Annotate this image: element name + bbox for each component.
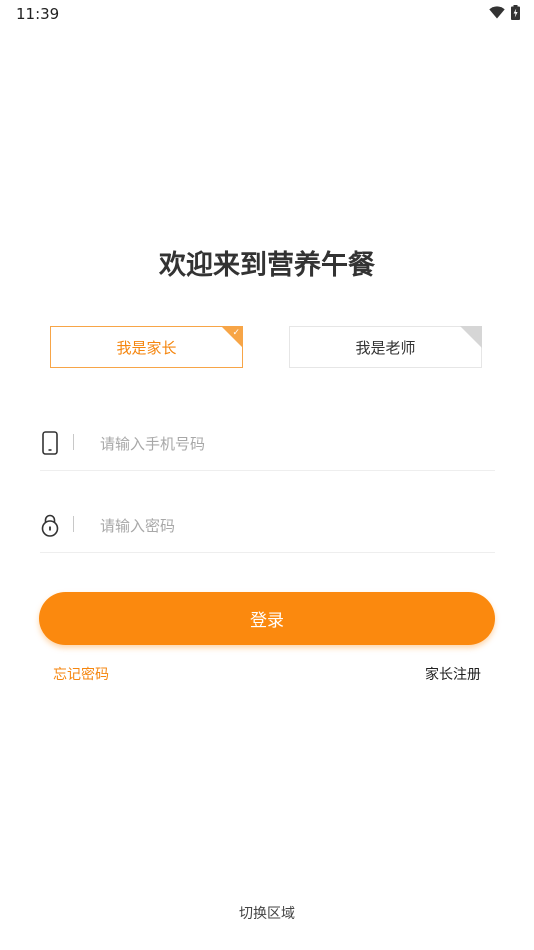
page-title: 欢迎来到营养午餐 [159,250,375,281]
phone-field-row [40,418,495,471]
lock-icon [41,514,59,537]
parent-register-link[interactable]: 家长注册 [425,664,481,684]
role-teacher-label: 我是老师 [355,338,416,357]
field-separator [73,434,74,450]
forgot-password-link[interactable]: 忘记密码 [53,664,109,684]
phone-input[interactable] [100,430,480,458]
mobile-phone-icon [42,431,58,455]
switch-region-link[interactable]: 切换区域 [0,903,534,923]
role-option-teacher[interactable]: 我是老师 [289,326,482,368]
status-icons [489,5,520,20]
battery-icon [511,5,520,20]
login-screen: 11:39 欢迎来到营养午餐 我是家长 ✓ 我是老师 请输入手机号码 登录 忘记… [0,0,534,950]
password-field-row [40,500,495,553]
field-separator [73,516,74,532]
wifi-icon [489,6,505,19]
role-parent-label: 我是家长 [116,338,177,357]
login-button[interactable]: 登录 [39,592,495,645]
unselected-corner-marker [460,326,482,348]
status-time: 11:39 [16,5,60,23]
check-icon: ✓ [232,328,240,338]
password-input[interactable] [100,512,480,540]
status-bar: 11:39 [0,0,534,28]
role-option-parent[interactable]: 我是家长 ✓ [50,326,243,368]
